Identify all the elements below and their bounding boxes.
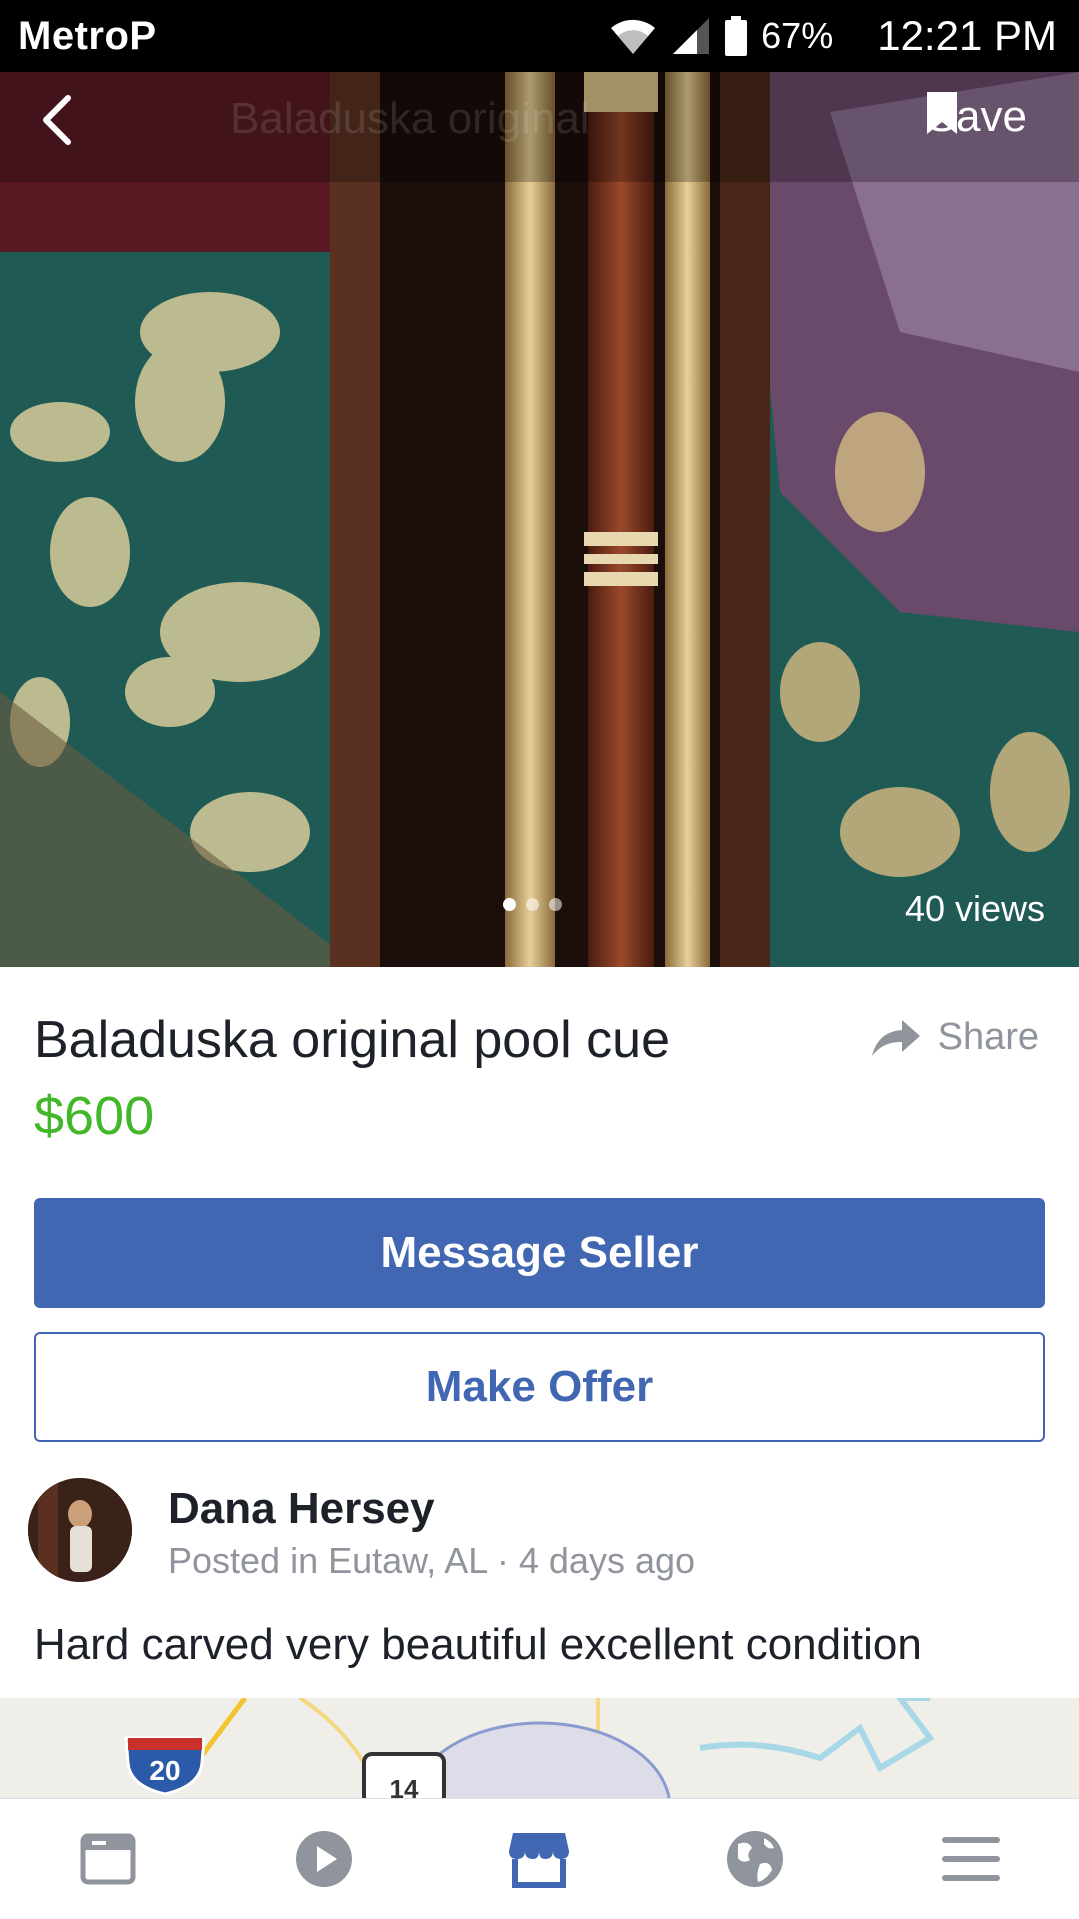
- carrier-name: MetroP: [18, 14, 157, 58]
- listing-title: Baladuska original pool cue: [34, 1011, 670, 1069]
- pool-cue-photo-image: [0, 72, 1079, 967]
- post-meta: Posted in Eutaw, AL · 4 days ago: [168, 1540, 696, 1581]
- notifications-globe-icon: [727, 1831, 784, 1887]
- highway-shield: 14: [362, 1752, 446, 1798]
- save-button[interactable]: Save: [926, 92, 1027, 142]
- bottom-tab-bar: [0, 1798, 1079, 1919]
- status-bar: MetroP 67% 12:21 PM: [0, 0, 1079, 72]
- view-count: 40 views: [904, 888, 1045, 929]
- make-offer-button[interactable]: Make Offer: [34, 1332, 1045, 1442]
- video-icon: [295, 1831, 352, 1887]
- tab-video[interactable]: [284, 1819, 364, 1899]
- wifi-icon: [611, 19, 656, 54]
- news-feed-icon: [80, 1833, 136, 1885]
- clock: 12:21 PM: [877, 12, 1057, 59]
- share-button[interactable]: Share: [871, 1016, 1039, 1059]
- page-dot: [526, 898, 539, 911]
- signal-icon: [673, 18, 710, 54]
- map-image: 20 14: [0, 1698, 1079, 1798]
- share-arrow-icon: [871, 1019, 920, 1056]
- listing-price: $600: [34, 1086, 155, 1146]
- photo-pagination-dots: [503, 898, 562, 911]
- interstate-number: 20: [149, 1755, 180, 1786]
- header-title: Baladuska original: [230, 94, 590, 143]
- tab-marketplace[interactable]: [499, 1819, 579, 1899]
- listing-photo[interactable]: Baladuska original Save 40 views: [0, 72, 1079, 967]
- page-dot: [549, 898, 562, 911]
- seller-name[interactable]: Dana Hersey: [168, 1484, 435, 1534]
- tab-notifications[interactable]: [715, 1819, 795, 1899]
- highway-number: 14: [390, 1774, 419, 1798]
- seller-avatar[interactable]: [28, 1478, 132, 1582]
- listing-description: Hard carved very beautiful excellent con…: [34, 1620, 922, 1669]
- marketplace-icon: [509, 1833, 570, 1888]
- tab-menu[interactable]: [931, 1819, 1011, 1899]
- message-seller-button[interactable]: Message Seller: [34, 1198, 1045, 1308]
- page-dot-active: [503, 898, 516, 911]
- menu-icon: [942, 1837, 1001, 1881]
- share-label: Share: [937, 1016, 1039, 1058]
- battery-percent: 67%: [761, 15, 834, 56]
- location-map[interactable]: 20 14: [0, 1698, 1079, 1798]
- avatar-photo: [28, 1478, 132, 1582]
- status-icons: 67% 12:21 PM: [609, 10, 1057, 62]
- bookmark-icon: [926, 92, 957, 134]
- back-arrow-icon[interactable]: [30, 90, 90, 150]
- tab-news-feed[interactable]: [68, 1819, 148, 1899]
- battery-icon: [725, 16, 748, 56]
